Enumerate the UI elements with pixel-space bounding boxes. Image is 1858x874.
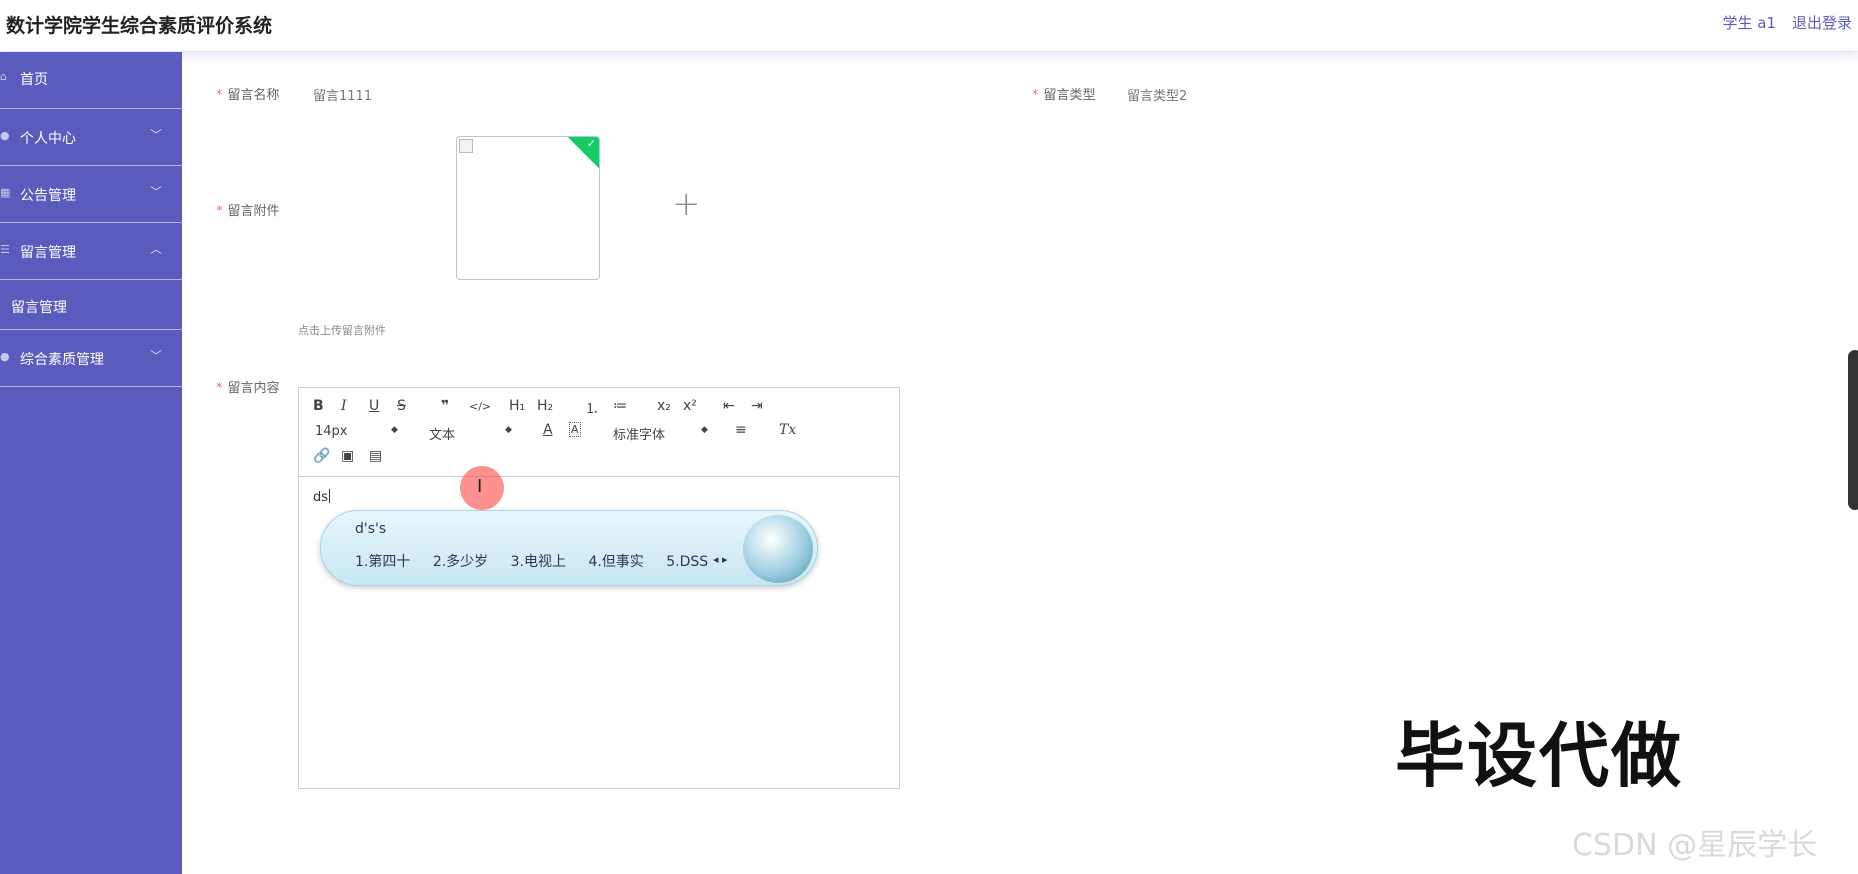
clean-format-button[interactable]: Tx bbox=[779, 422, 796, 438]
sidebar-item-label: 留言管理 bbox=[20, 245, 76, 261]
cursor-highlight: I bbox=[460, 466, 504, 510]
sidebar-item-label: 个人中心 bbox=[20, 131, 76, 147]
name-label: * 留言名称 bbox=[216, 88, 280, 103]
editor-text: ds bbox=[313, 489, 331, 505]
chevron-down-icon: ﹀ bbox=[149, 128, 162, 142]
ime-skin-orb bbox=[743, 515, 813, 583]
sidebar-item-announcements[interactable]: ▦ 公告管理 ﹀ bbox=[0, 166, 182, 223]
grid-icon: ▦ bbox=[0, 186, 11, 199]
bulb-icon: ● bbox=[0, 350, 10, 363]
attachment-label: * 留言附件 bbox=[216, 204, 280, 219]
name-value: 留言1111 bbox=[313, 89, 373, 104]
font-size-caret-icon: ◆ bbox=[391, 425, 398, 435]
heading-caret-icon: ◆ bbox=[505, 425, 512, 435]
ime-candidate[interactable]: 5.DSS bbox=[666, 554, 708, 570]
app-title: 数计学院学生综合素质评价系统 bbox=[6, 15, 273, 37]
required-mark: * bbox=[216, 204, 223, 219]
font-family-caret-icon: ◆ bbox=[701, 425, 708, 435]
ime-candidate-list: 1.第四十 2.多少岁 3.电视上 4.但事实 5.DSS bbox=[355, 551, 726, 571]
text-cursor-icon: I bbox=[477, 476, 483, 497]
italic-button[interactable]: I bbox=[341, 398, 347, 414]
upload-add-button[interactable]: + bbox=[612, 136, 756, 280]
font-family-select[interactable]: 标准字体 bbox=[613, 424, 665, 443]
content-label: * 留言内容 bbox=[216, 381, 280, 396]
overlay-watermark-text: 毕设代做 bbox=[1395, 715, 1683, 797]
sidebar-item-personal-center[interactable]: ● 个人中心 ﹀ bbox=[0, 109, 182, 166]
text-color-button[interactable]: A bbox=[543, 422, 553, 438]
align-button[interactable]: ≡ bbox=[735, 422, 747, 438]
check-icon: ✓ bbox=[586, 137, 596, 150]
side-scroll-handle[interactable] bbox=[1848, 350, 1858, 510]
video-icon[interactable]: ▤ bbox=[369, 448, 382, 464]
background-color-button[interactable]: A bbox=[569, 422, 581, 437]
current-user: 学生 a1 bbox=[1722, 14, 1776, 32]
required-mark: * bbox=[1032, 88, 1039, 103]
blockquote-button[interactable]: ❞ bbox=[441, 398, 449, 414]
indent-button[interactable]: ⇥ bbox=[751, 398, 763, 414]
logout-link[interactable]: 退出登录 bbox=[1792, 12, 1852, 33]
user-icon: ● bbox=[0, 129, 10, 142]
h2-button[interactable]: H₂ bbox=[537, 398, 553, 414]
uploaded-file-thumbnail[interactable]: ✓ bbox=[456, 136, 600, 280]
editor-toolbar: B I U S ❞ </> H₁ H₂ ⒈ ≔ x₂ x² ⇤ ⇥ 14px ◆… bbox=[299, 388, 899, 477]
top-header: 数计学院学生综合素质评价系统 学生 a1 退出登录 bbox=[0, 0, 1858, 52]
ime-candidate[interactable]: 3.电视上 bbox=[511, 554, 566, 570]
plus-icon: + bbox=[672, 184, 701, 224]
sidebar-item-label: 首页 bbox=[20, 72, 48, 88]
font-size-select[interactable]: 14px bbox=[315, 424, 348, 439]
ime-pager[interactable]: ◂ ▸ bbox=[713, 553, 728, 566]
link-icon[interactable]: 🔗 bbox=[313, 448, 330, 464]
sidebar-item-label: 公告管理 bbox=[20, 188, 76, 204]
bold-button[interactable]: B bbox=[313, 398, 324, 414]
heading-select[interactable]: 文本 bbox=[429, 424, 455, 443]
type-label: * 留言类型 bbox=[1032, 88, 1096, 103]
list-icon: ☰ bbox=[0, 243, 10, 256]
code-block-button[interactable]: </> bbox=[469, 400, 491, 413]
outdent-button[interactable]: ⇤ bbox=[723, 398, 735, 414]
chevron-down-icon: ﹀ bbox=[149, 185, 162, 199]
upload-tip: 点击上传留言附件 bbox=[298, 324, 386, 337]
ime-candidate[interactable]: 1.第四十 bbox=[355, 554, 410, 570]
broken-image-icon bbox=[459, 139, 473, 153]
required-mark: * bbox=[216, 88, 223, 103]
type-value: 留言类型2 bbox=[1127, 89, 1188, 104]
ordered-list-button[interactable]: ⒈ bbox=[585, 398, 599, 418]
rich-text-editor: B I U S ❞ </> H₁ H₂ ⒈ ≔ x₂ x² ⇤ ⇥ 14px ◆… bbox=[298, 387, 900, 789]
image-icon[interactable]: ▣ bbox=[341, 448, 354, 464]
ime-candidate[interactable]: 2.多少岁 bbox=[433, 554, 488, 570]
ime-composition: d's's bbox=[355, 521, 387, 537]
strike-button[interactable]: S bbox=[397, 398, 406, 414]
csdn-watermark: CSDN @星辰学长 bbox=[1572, 828, 1818, 863]
required-mark: * bbox=[216, 381, 223, 396]
chevron-down-icon: ﹀ bbox=[149, 349, 162, 363]
sidebar-item-messages[interactable]: ☰ 留言管理 ︿ bbox=[0, 223, 182, 280]
chevron-up-icon: ︿ bbox=[149, 242, 162, 256]
home-icon: ⌂ bbox=[0, 70, 7, 83]
submenu-messages: 留言管理 bbox=[0, 280, 182, 330]
ime-candidate[interactable]: 4.但事实 bbox=[588, 554, 643, 570]
h1-button[interactable]: H₁ bbox=[509, 398, 525, 414]
bullet-list-button[interactable]: ≔ bbox=[613, 398, 627, 414]
subscript-button[interactable]: x₂ bbox=[657, 398, 671, 414]
superscript-button[interactable]: x² bbox=[683, 398, 697, 414]
sidebar-item-home[interactable]: ⌂ 首页 bbox=[0, 52, 182, 109]
sidebar-item-quality[interactable]: ● 综合素质管理 ﹀ bbox=[0, 330, 182, 387]
sidebar-item-label: 综合素质管理 bbox=[20, 352, 104, 368]
sidebar: ⌂ 首页 ● 个人中心 ﹀ ▦ 公告管理 ﹀ ☰ 留言管理 ︿ 留言管理 ● 综… bbox=[0, 52, 182, 874]
sidebar-subitem-messages[interactable]: 留言管理 bbox=[11, 297, 67, 317]
underline-button[interactable]: U bbox=[369, 398, 379, 414]
ime-candidate-popup: d's's 1.第四十 2.多少岁 3.电视上 4.但事实 5.DSS ◂ ▸ bbox=[320, 510, 818, 586]
